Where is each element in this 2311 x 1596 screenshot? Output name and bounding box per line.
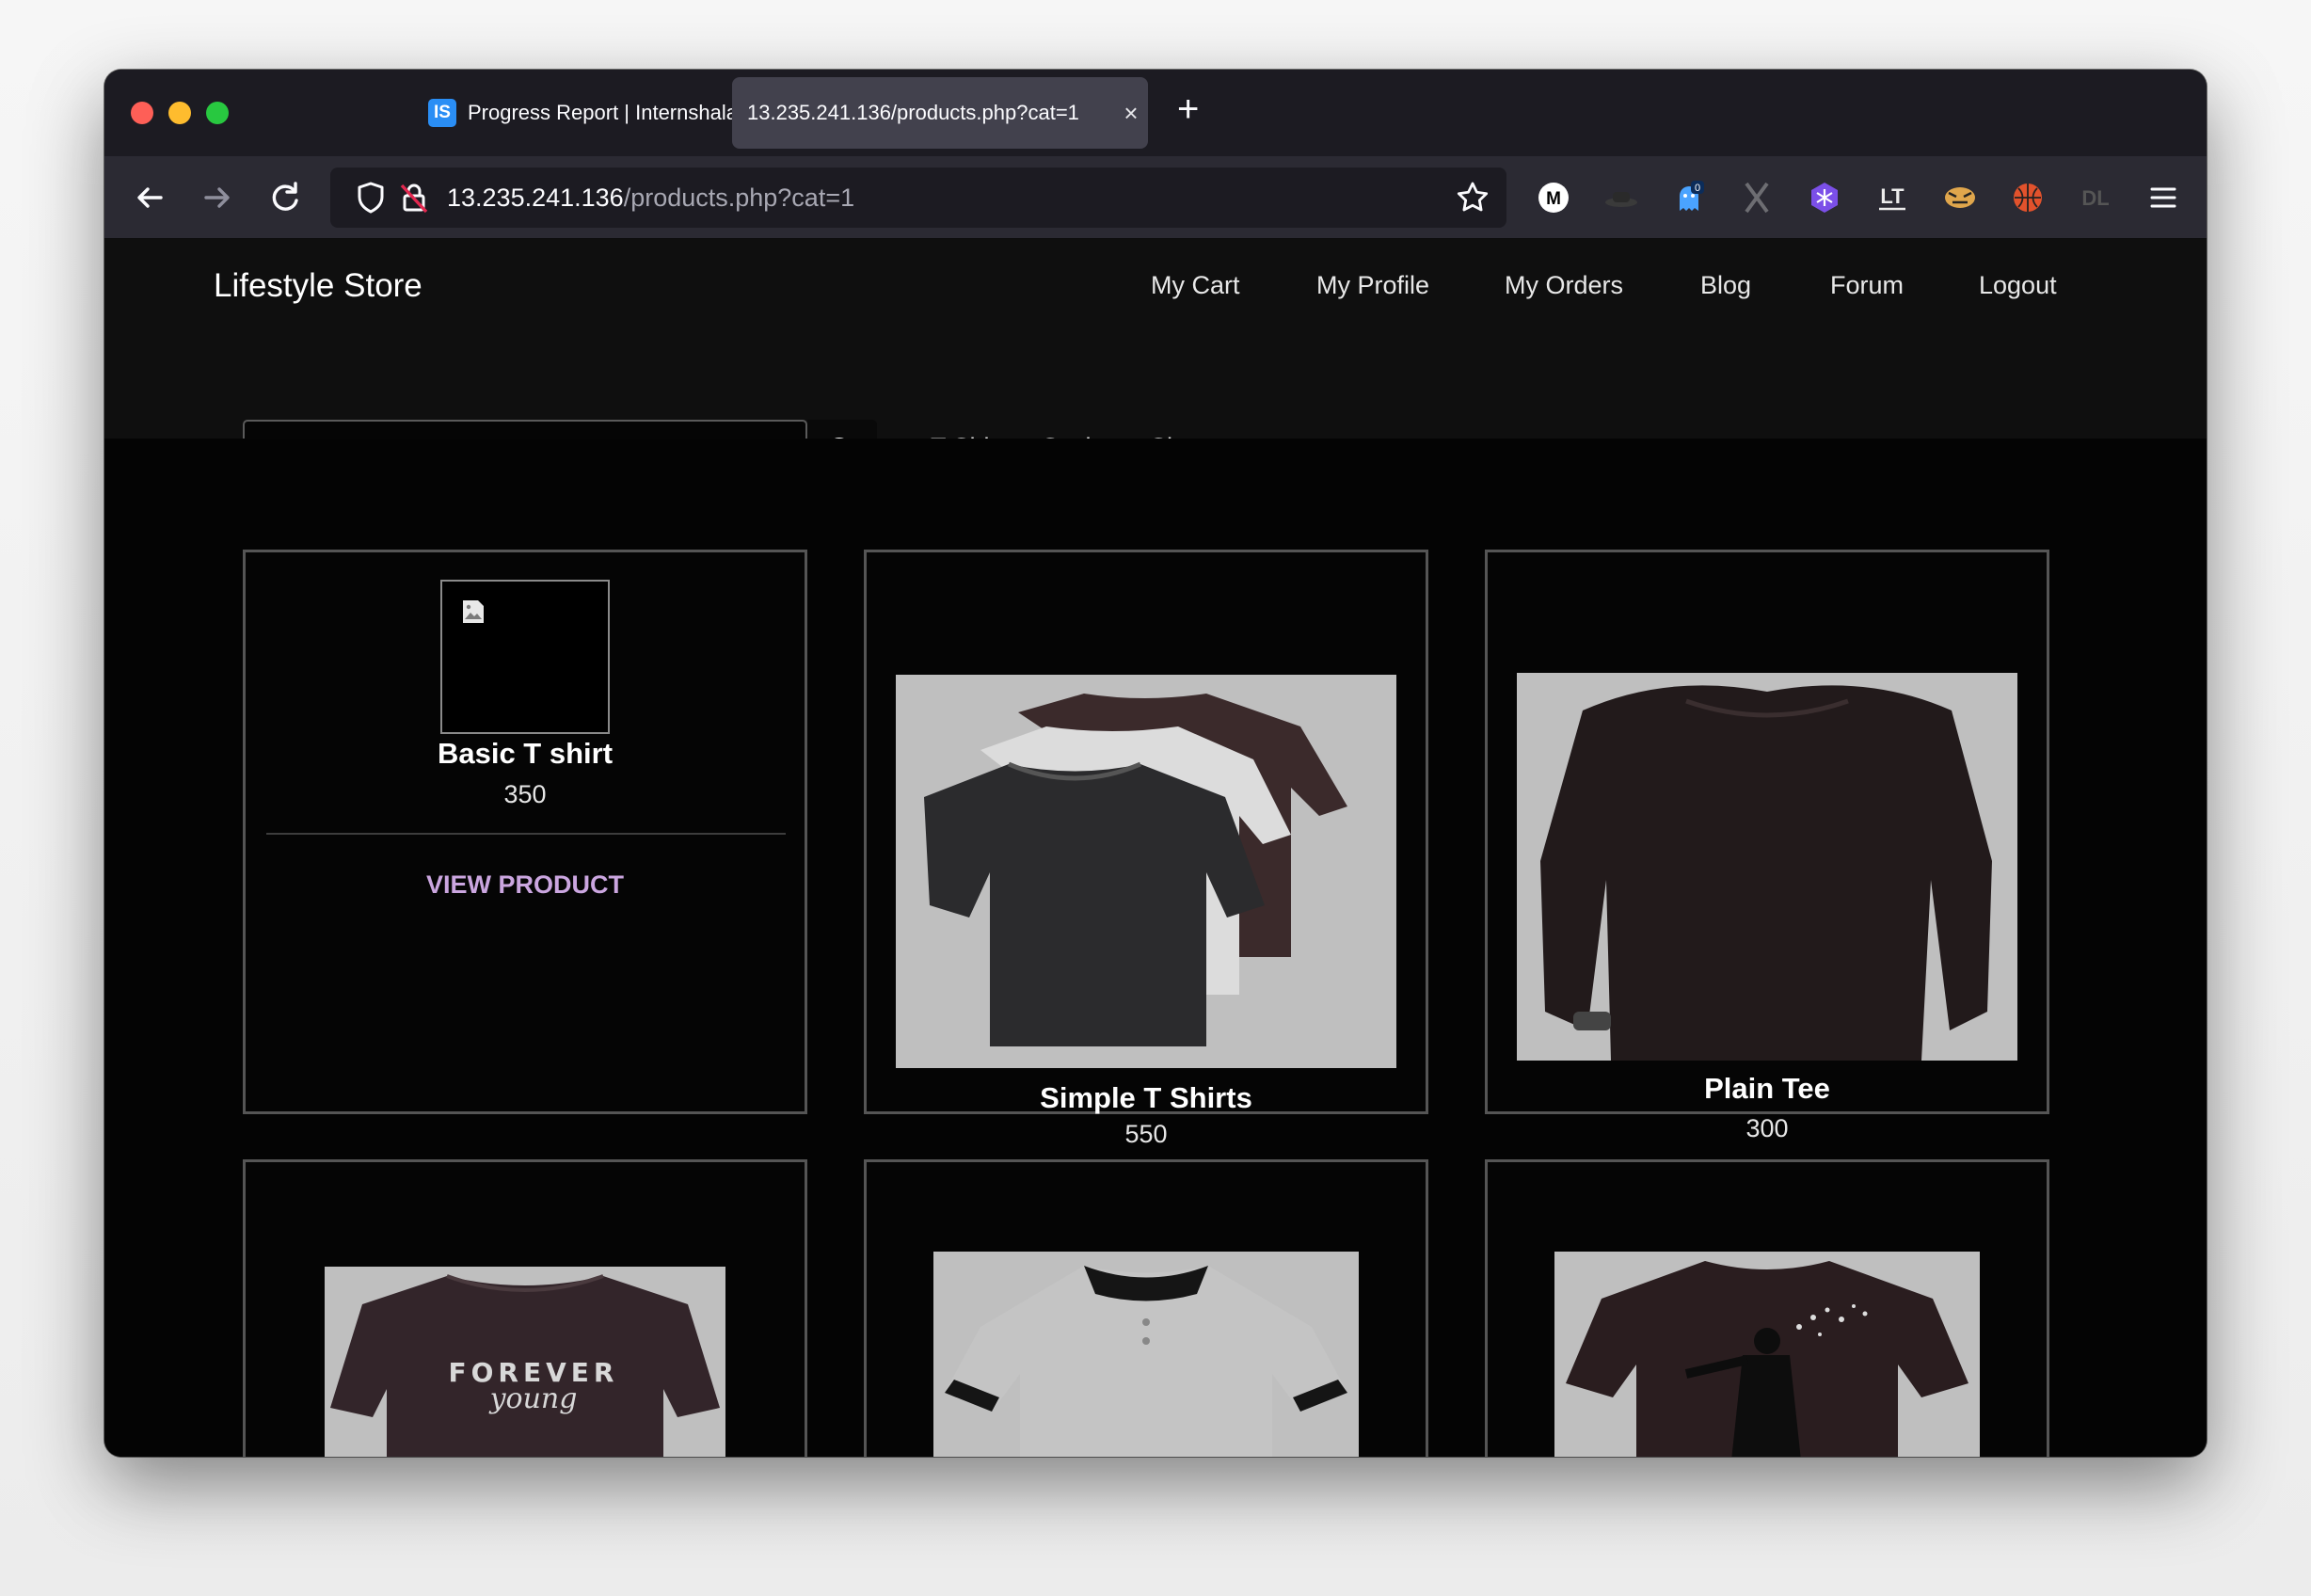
product-price: 350 [503, 780, 547, 808]
browser-window: IS Progress Report | Internshala Trainin… [104, 70, 2207, 1457]
url-host: 13.235.241.136 [447, 184, 624, 212]
card-divider [266, 833, 786, 835]
view-product-button[interactable]: VIEW PRODUCT [246, 870, 805, 900]
x-extension-icon[interactable] [1740, 181, 1774, 215]
product-grid: Basic T shirt 350 VIEW PRODUCT Simple T … [104, 439, 2207, 1457]
bookmark-star-icon[interactable] [1456, 181, 1490, 215]
hamburger-menu-icon[interactable] [2146, 181, 2180, 215]
nav-my-cart[interactable]: My Cart [1151, 271, 1240, 300]
product-price: 300 [1745, 1114, 1789, 1142]
ghost-extension-icon[interactable]: 0 [1672, 181, 1706, 215]
nav-my-profile[interactable]: My Profile [1316, 271, 1429, 300]
tab-products[interactable]: 13.235.241.136/products.php?cat=1 × [732, 77, 1148, 149]
tab-title: 13.235.241.136/products.php?cat=1 [747, 101, 1079, 124]
close-window-button[interactable] [131, 102, 153, 124]
product-name: Plain Tee [1704, 1072, 1830, 1105]
product-price: 550 [1124, 1120, 1168, 1148]
svg-text:M: M [1546, 189, 1561, 209]
product-name: Basic T shirt [437, 737, 614, 770]
reload-button[interactable] [264, 177, 306, 218]
product-card-basic-t-shirt[interactable]: Basic T shirt 350 VIEW PRODUCT [243, 550, 807, 1114]
m-extension-icon[interactable]: M [1537, 181, 1570, 215]
internshala-favicon-icon: IS [428, 99, 456, 127]
broken-image-icon [463, 600, 484, 623]
reload-icon [272, 182, 298, 211]
browser-toolbar: 13.235.241.136/products.php?cat=1 M 0 LT… [104, 156, 2207, 239]
url-path: /products.php?cat=1 [623, 184, 855, 212]
nav-blog[interactable]: Blog [1700, 271, 1751, 300]
url-text[interactable]: 13.235.241.136/products.php?cat=1 [447, 168, 854, 228]
product-card-polo[interactable] [864, 1159, 1428, 1457]
forward-button[interactable] [197, 177, 238, 218]
tab-bar: IS Progress Report | Internshala Trainin… [104, 70, 2207, 156]
tab-title: Progress Report | Internshala Trainings [468, 101, 776, 124]
product-card-forever-young[interactable]: FOREVER young [243, 1159, 807, 1457]
product-name: Simple T Shirts [1040, 1081, 1252, 1114]
tiger-extension-icon[interactable] [1943, 181, 1977, 215]
nav-my-orders[interactable]: My Orders [1505, 271, 1623, 300]
nav-forum[interactable]: Forum [1830, 271, 1904, 300]
shield-icon[interactable] [355, 181, 387, 215]
snowflake-extension-icon[interactable] [1808, 181, 1841, 215]
hat-extension-icon[interactable] [1604, 181, 1638, 215]
brand-logo[interactable]: Lifestyle Store [214, 267, 422, 305]
back-arrow-icon [137, 187, 163, 208]
product-card-graphic-tee[interactable] [1485, 1159, 2049, 1457]
product-image-forever-young-tee: FOREVER young [325, 1267, 725, 1457]
product-image-stacked-tshirts [896, 675, 1396, 1068]
svg-text:LT: LT [1880, 184, 1905, 208]
dl-extension-icon[interactable]: DL [2079, 181, 2112, 215]
product-card-plain-tee[interactable]: Plain Tee [1485, 550, 2049, 1114]
product-card-simple-t-shirts[interactable]: Simple T Shirts [864, 550, 1428, 1114]
nav-logout[interactable]: Logout [1979, 271, 2057, 300]
close-tab-icon[interactable]: × [1114, 99, 1148, 128]
product-image-plain-tee [1517, 673, 2017, 1061]
product-image-polo-shirt [933, 1252, 1359, 1457]
new-tab-button[interactable]: + [1177, 90, 1199, 128]
lt-extension-icon[interactable]: LT [1875, 181, 1909, 215]
basketball-extension-icon[interactable] [2011, 181, 2045, 215]
forward-arrow-icon [204, 187, 230, 208]
address-bar[interactable]: 13.235.241.136/products.php?cat=1 [330, 168, 1506, 228]
product-image-graphic-tee [1554, 1252, 1980, 1457]
badge-count: 0 [1695, 183, 1700, 194]
broken-product-image [440, 580, 610, 734]
svg-text:DL: DL [2081, 186, 2109, 210]
minimize-window-button[interactable] [168, 102, 191, 124]
back-button[interactable] [129, 177, 170, 218]
maximize-window-button[interactable] [206, 102, 229, 124]
site-navbar: Lifestyle Store My Cart My Profile My Or… [104, 239, 2207, 484]
young-text: young [488, 1382, 578, 1415]
insecure-lock-icon[interactable] [398, 181, 430, 215]
